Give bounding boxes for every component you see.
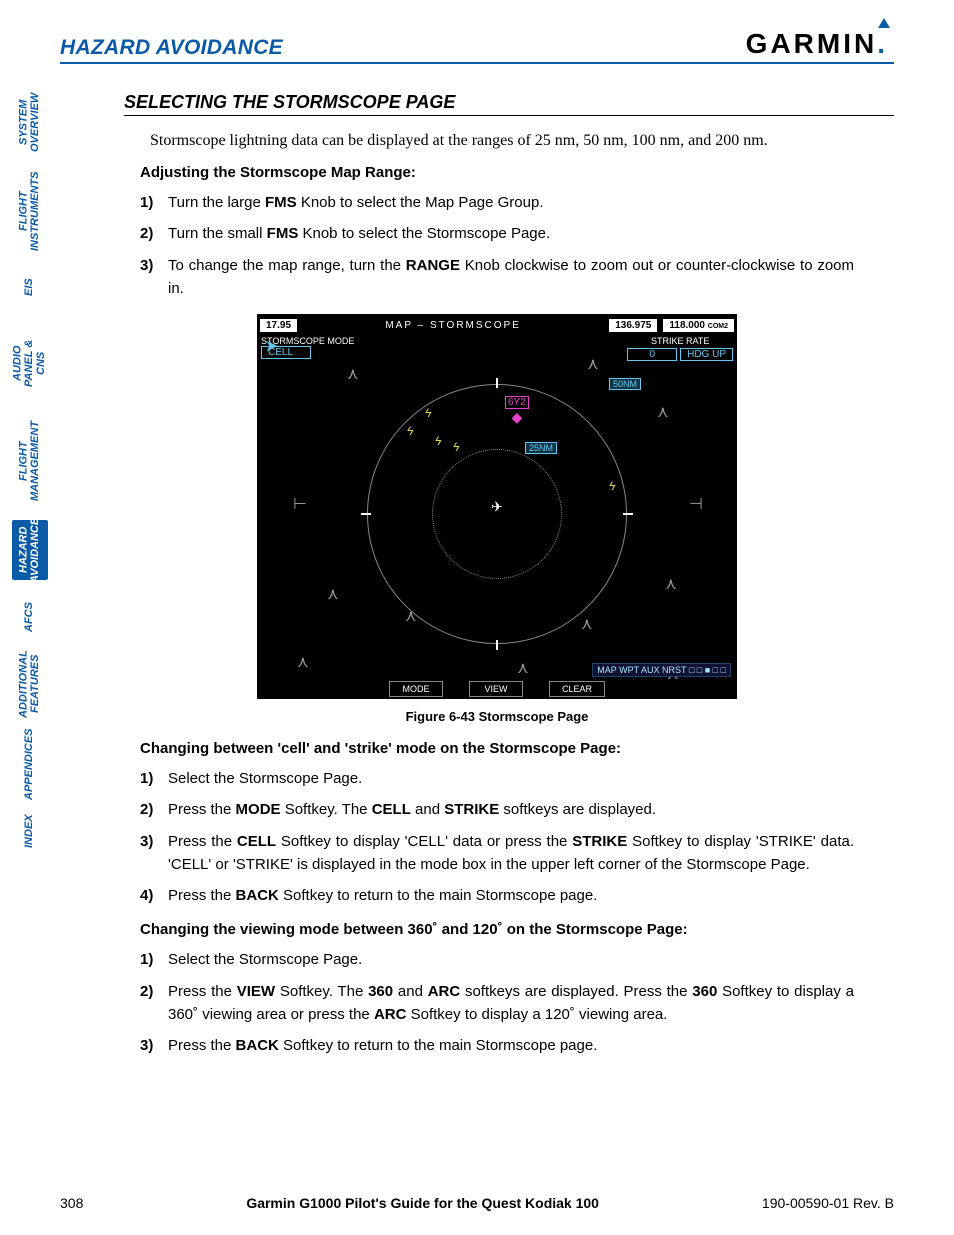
aircraft-icon: ✈: [491, 498, 503, 515]
footer-title: Garmin G1000 Pilot's Guide for the Quest…: [246, 1195, 599, 1211]
tab-appendices[interactable]: APPENDICES: [12, 734, 48, 794]
softkey-view[interactable]: VIEW: [469, 681, 523, 697]
garmin-logo: GARMIN.: [746, 28, 894, 60]
procedure3-title: Changing the viewing mode between 360˚ a…: [140, 921, 894, 938]
tab-audio-panel-cns[interactable]: AUDIO PANEL & CNS: [12, 324, 48, 402]
heading-icon: ➤: [265, 336, 278, 356]
footer-rev: 190-00590-01 Rev. B: [762, 1195, 894, 1211]
procedure1-steps: 1)Turn the large FMS Knob to select the …: [140, 191, 854, 300]
tab-afcs[interactable]: AFCS: [12, 600, 48, 634]
tab-hazard-avoidance[interactable]: HAZARD AVOIDANCE: [12, 520, 48, 580]
tab-flight-management[interactable]: FLIGHT MANAGEMENT: [12, 422, 48, 500]
procedure2-steps: 1)Select the Stormscope Page. 2)Press th…: [140, 767, 854, 907]
map-title: MAP – STORMSCOPE: [298, 320, 608, 331]
side-tabs: SYSTEM OVERVIEW FLIGHT INSTRUMENTS EIS AUDI…: [12, 92, 48, 848]
stormscope-figure: 17.95 MAP – STORMSCOPE 136.975 118.000 C…: [257, 314, 737, 699]
page-number: 308: [60, 1195, 83, 1211]
range-outer-label: 50NM: [609, 378, 641, 390]
tab-system-overview[interactable]: SYSTEM OVERVIEW: [12, 92, 48, 152]
tab-additional-features[interactable]: ADDITIONAL FEATURES: [12, 654, 48, 714]
page-title: SELECTING THE STORMSCOPE PAGE: [124, 92, 894, 116]
tab-flight-instruments[interactable]: FLIGHT INSTRUMENTS: [12, 172, 48, 250]
tab-index[interactable]: INDEX: [12, 814, 48, 848]
procedure2-title: Changing between 'cell' and 'strike' mod…: [140, 740, 894, 757]
softkey-mode[interactable]: MODE: [389, 681, 443, 697]
freq-left: 17.95: [259, 318, 298, 333]
softkey-row: MODE VIEW CLEAR: [257, 681, 737, 697]
freq-right2: 118.000 COM2: [662, 318, 735, 333]
softkey-clear[interactable]: CLEAR: [549, 681, 605, 697]
intro-text: Stormscope lightning data can be display…: [150, 132, 894, 150]
range-inner-label: 25NM: [525, 442, 557, 454]
freq-right1: 136.975: [608, 318, 658, 333]
tab-eis[interactable]: EIS: [12, 270, 48, 304]
page-footer: 308 Garmin G1000 Pilot's Guide for the Q…: [60, 1195, 894, 1211]
nav-strip: MAP WPT AUX NRST □ □ ■ □ □: [592, 663, 731, 677]
procedure1-title: Adjusting the Stormscope Map Range:: [140, 164, 894, 181]
figure-caption: Figure 6-43 Stormscope Page: [406, 709, 589, 724]
rate-box: STRIKE RATE 0 HDG UP: [627, 336, 733, 361]
section-header: HAZARD AVOIDANCE: [60, 36, 283, 60]
procedure3-steps: 1)Select the Stormscope Page. 2)Press th…: [140, 948, 854, 1057]
